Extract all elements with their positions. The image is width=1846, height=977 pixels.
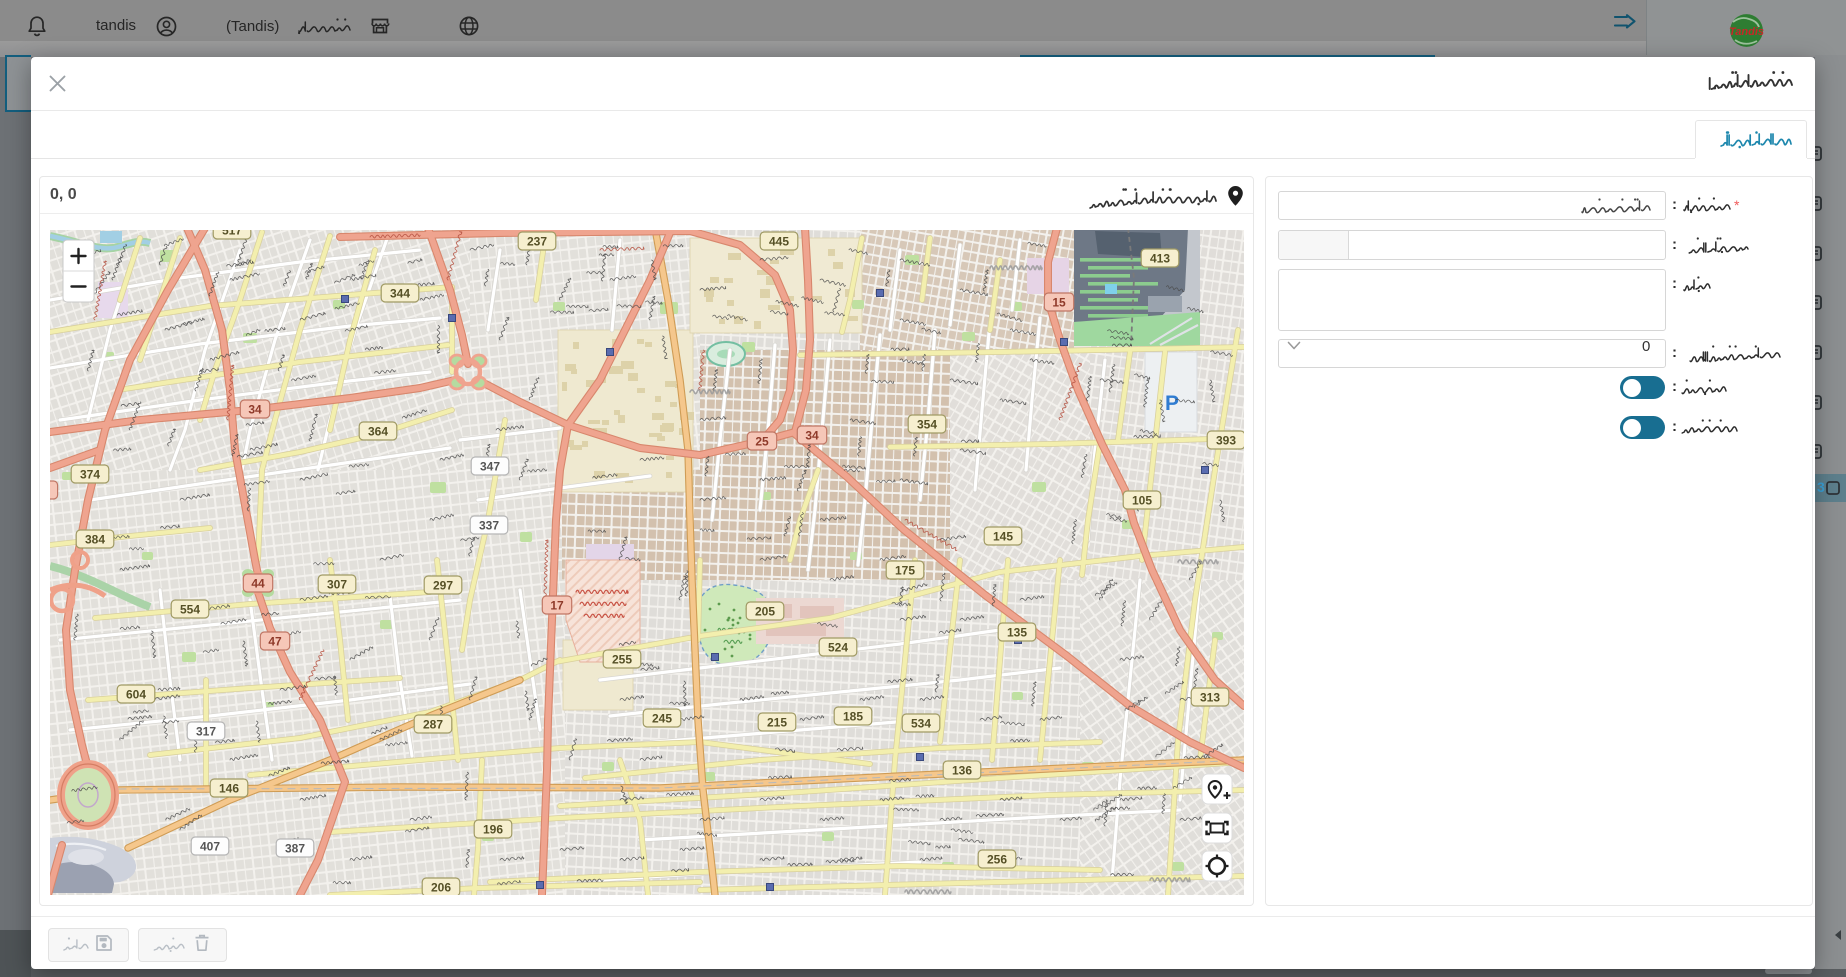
- svg-text:25: 25: [755, 435, 769, 449]
- svg-text:105: 105: [1132, 494, 1152, 508]
- svg-text:145: 145: [993, 530, 1013, 544]
- svg-text:317: 317: [196, 725, 216, 739]
- svg-text:17: 17: [550, 599, 564, 613]
- svg-text:313: 313: [1200, 691, 1220, 705]
- svg-text:413: 413: [1150, 252, 1170, 266]
- svg-text:237: 237: [527, 235, 547, 249]
- svg-text:196: 196: [483, 823, 503, 837]
- svg-text:354: 354: [917, 418, 937, 432]
- svg-text:44: 44: [251, 577, 265, 591]
- svg-text:287: 287: [423, 718, 443, 732]
- svg-text:307: 307: [327, 578, 347, 592]
- svg-text:347: 347: [480, 460, 500, 474]
- svg-text:Tandis: Tandis: [1729, 26, 1764, 38]
- svg-text:374: 374: [80, 468, 100, 482]
- svg-text:344: 344: [390, 287, 410, 301]
- svg-text:524: 524: [828, 641, 848, 655]
- svg-text:34: 34: [805, 429, 819, 443]
- svg-text:297: 297: [433, 579, 453, 593]
- svg-text:337: 337: [479, 519, 499, 533]
- svg-text:175: 175: [895, 564, 915, 578]
- svg-text:256: 256: [987, 853, 1007, 867]
- svg-text:534: 534: [911, 717, 931, 731]
- svg-text:P: P: [1165, 392, 1179, 415]
- svg-text:206: 206: [431, 881, 451, 895]
- svg-text:215: 215: [767, 716, 787, 730]
- svg-text:387: 387: [285, 842, 305, 856]
- svg-text:135: 135: [1007, 626, 1027, 640]
- svg-text:604: 604: [126, 688, 146, 702]
- svg-text:(Tandis): (Tandis): [226, 18, 279, 35]
- svg-text:15: 15: [1052, 296, 1066, 310]
- svg-text:146: 146: [219, 782, 239, 796]
- svg-text:136: 136: [952, 764, 972, 778]
- svg-text:393: 393: [1216, 434, 1236, 448]
- svg-text:34: 34: [248, 403, 262, 417]
- svg-text:47: 47: [268, 635, 282, 649]
- svg-text:255: 255: [612, 653, 632, 667]
- svg-text:205: 205: [755, 605, 775, 619]
- svg-text:407: 407: [200, 840, 220, 854]
- svg-text:517: 517: [222, 230, 242, 238]
- svg-text:384: 384: [85, 533, 105, 547]
- svg-text:445: 445: [769, 235, 789, 249]
- svg-text:245: 245: [652, 712, 672, 726]
- svg-text:554: 554: [180, 603, 200, 617]
- svg-text:364: 364: [368, 425, 388, 439]
- svg-text:185: 185: [843, 710, 863, 724]
